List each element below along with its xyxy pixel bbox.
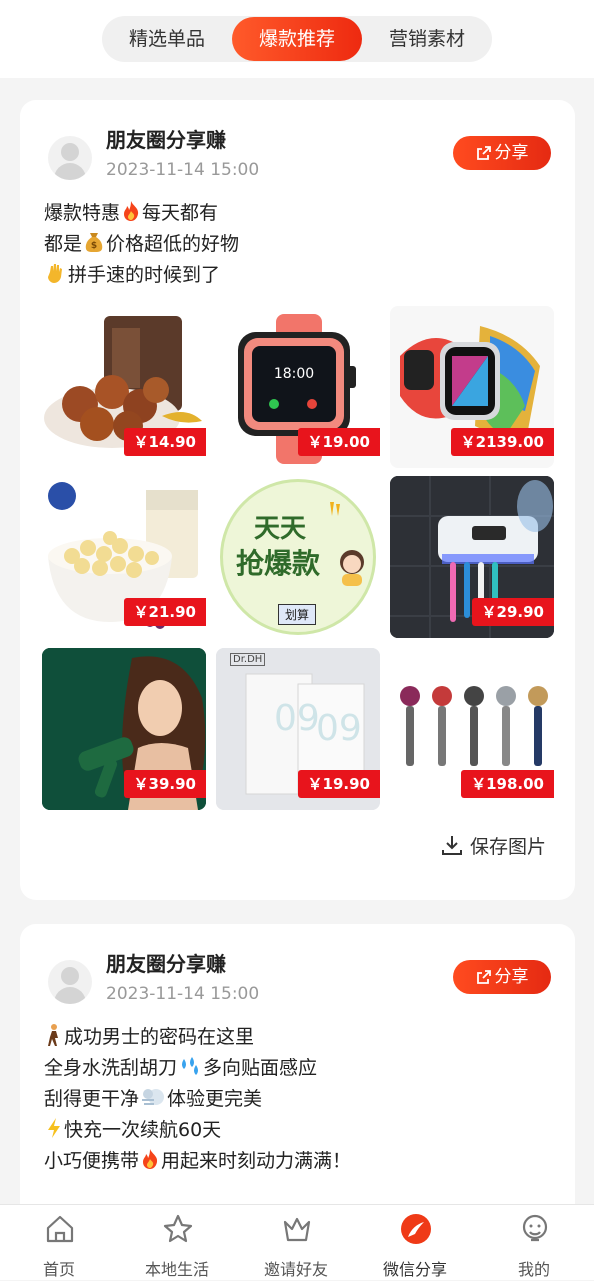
share-button[interactable]: 分享 xyxy=(453,136,551,170)
tab-profile[interactable]: 我的 xyxy=(475,1205,593,1281)
product-image[interactable]: ￥29.90 xyxy=(390,476,554,638)
line-text: 快充一次续航60天 xyxy=(64,1119,222,1141)
avatar xyxy=(48,136,92,180)
tab-local-life[interactable]: 本地生活 xyxy=(118,1205,236,1281)
save-image-button[interactable]: 保存图片 xyxy=(440,832,546,859)
product-image[interactable]: 09 09 Dr.DH ￥19.90 xyxy=(216,648,380,810)
tab-label: 本地生活 xyxy=(144,1260,209,1279)
banner-line-2: 抢爆款 xyxy=(236,547,321,580)
girl-cartoon-icon xyxy=(340,550,364,586)
price-tag: ￥29.90 xyxy=(471,598,554,626)
tab-label: 邀请好友 xyxy=(263,1260,328,1279)
price-tag: ￥39.90 xyxy=(123,770,206,798)
post-line: 小巧便携带 用起来时刻动力满满！ xyxy=(44,1146,351,1177)
tab-wechat-share[interactable]: 微信分享 xyxy=(356,1205,474,1281)
post-author: 朋友圈分享赚 xyxy=(106,128,226,152)
svg-text:09: 09 xyxy=(316,708,362,749)
save-image-label: 保存图片 xyxy=(470,836,547,858)
person-icon xyxy=(522,1214,548,1242)
line-text: 体验更完美 xyxy=(167,1088,263,1110)
brand-label: Dr.DH xyxy=(230,653,266,666)
price-tag: ￥2139.00 xyxy=(450,428,554,456)
price-tag: ￥19.00 xyxy=(297,428,380,456)
share-feather-icon xyxy=(401,1214,431,1244)
tab-featured[interactable]: 精选单品 xyxy=(102,16,232,62)
exclamation-icon xyxy=(330,502,340,516)
waving-hand-emoji-icon xyxy=(48,264,62,283)
product-image[interactable]: 18:00 ￥19.00 xyxy=(216,306,380,468)
post-line: 拼手速的时候到了 xyxy=(44,260,239,291)
star-icon xyxy=(163,1214,193,1243)
lightning-emoji-icon xyxy=(48,1118,60,1138)
post-text: 爆款特惠 每天都有 都是 $ 价格超低的好物 拼手速的时候到了 xyxy=(44,198,239,291)
money-bag-emoji-icon: $ xyxy=(85,233,103,252)
download-icon xyxy=(442,836,462,855)
product-image[interactable]: ￥2139.00 xyxy=(390,306,554,468)
share-button[interactable]: 分享 xyxy=(453,960,551,994)
post-card: 朋友圈分享赚 2023-11-14 15:00 分享 成功男士的密码在这里 全身… xyxy=(20,924,575,1224)
line-text: 都是 xyxy=(44,233,83,255)
line-text: 全身水洗刮胡刀 xyxy=(44,1057,178,1079)
post-line: 快充一次续航60天 xyxy=(44,1115,351,1146)
avatar xyxy=(48,960,92,1004)
tab-home[interactable]: 首页 xyxy=(0,1205,118,1281)
line-text: 用起来时刻动力满满！ xyxy=(161,1150,352,1172)
line-text: 小巧便携带 xyxy=(44,1150,140,1172)
crown-icon xyxy=(283,1217,311,1242)
line-text: 拼手速的时候到了 xyxy=(68,264,221,286)
banner-line-1: 天天 xyxy=(254,514,307,544)
line-text: 价格超低的好物 xyxy=(106,233,240,255)
price-tag: ￥19.90 xyxy=(297,770,380,798)
share-label: 分享 xyxy=(494,143,529,163)
post-card: 朋友圈分享赚 2023-11-14 15:00 分享 爆款特惠 每天都有 都是 $ 价… xyxy=(20,100,575,900)
post-line: 成功男士的密码在这里 xyxy=(44,1022,351,1053)
svg-text:$: $ xyxy=(91,241,97,251)
tab-hot-picks[interactable]: 爆款推荐 xyxy=(232,17,362,61)
line-text: 多向贴面感应 xyxy=(203,1057,318,1079)
price-tag: ￥198.00 xyxy=(461,770,554,798)
line-text: 爆款特惠 xyxy=(44,202,121,224)
post-line: 都是 $ 价格超低的好物 xyxy=(44,229,239,260)
top-bar: 精选单品 爆款推荐 营销素材 xyxy=(0,0,594,78)
line-text: 成功男士的密码在这里 xyxy=(64,1026,255,1048)
product-grid: ￥14.90 18:00 ￥19.00 ￥2139.00 ￥21.90 天天 抢… xyxy=(42,306,554,810)
droplets-emoji-icon xyxy=(182,1057,199,1075)
post-time: 2023-11-14 15:00 xyxy=(106,984,260,1004)
tab-invite-friends[interactable]: 邀请好友 xyxy=(237,1205,355,1281)
fire-emoji-icon xyxy=(124,201,139,221)
share-icon xyxy=(476,146,491,160)
post-text: 成功男士的密码在这里 全身水洗刮胡刀 多向贴面感应 刮得更干净 体验更完美 快充一次… xyxy=(44,1022,351,1177)
segmented-tabs: 精选单品 爆款推荐 营销素材 xyxy=(102,16,492,62)
home-icon xyxy=(46,1215,74,1243)
tab-marketing-materials[interactable]: 营销素材 xyxy=(362,16,492,62)
price-tag: ￥14.90 xyxy=(123,428,206,456)
line-text: 每天都有 xyxy=(142,202,219,224)
line-text: 刮得更干净 xyxy=(44,1088,140,1110)
fire-emoji-icon xyxy=(143,1149,158,1169)
tab-label: 首页 xyxy=(42,1260,75,1279)
product-image[interactable]: ￥14.90 xyxy=(42,306,206,468)
post-line: 刮得更干净 体验更完美 xyxy=(44,1084,351,1115)
daily-deals-banner[interactable]: 天天 抢爆款 划算 xyxy=(216,476,380,638)
share-icon xyxy=(476,970,491,984)
post-line: 全身水洗刮胡刀 多向贴面感应 xyxy=(44,1053,351,1084)
post-author: 朋友圈分享赚 xyxy=(106,952,226,976)
share-label: 分享 xyxy=(494,967,529,987)
price-tag: ￥21.90 xyxy=(123,598,206,626)
banner-tag: 划算 xyxy=(278,604,317,625)
product-image[interactable]: ￥198.00 xyxy=(390,648,554,810)
product-image[interactable]: ￥39.90 xyxy=(42,648,206,810)
post-line: 爆款特惠 每天都有 xyxy=(44,198,239,229)
post-time: 2023-11-14 15:00 xyxy=(106,160,260,180)
tab-label: 微信分享 xyxy=(382,1260,447,1279)
tab-label: 我的 xyxy=(517,1260,550,1279)
svg-text:09: 09 xyxy=(274,698,320,739)
walking-man-emoji-icon xyxy=(48,1024,58,1046)
bottom-tab-bar: 首页 本地生活 邀请好友 微信分享 我的 xyxy=(0,1204,594,1280)
svg-text:18:00: 18:00 xyxy=(274,366,314,382)
dash-emoji-icon xyxy=(142,1089,165,1105)
product-image[interactable]: ￥21.90 xyxy=(42,476,206,638)
